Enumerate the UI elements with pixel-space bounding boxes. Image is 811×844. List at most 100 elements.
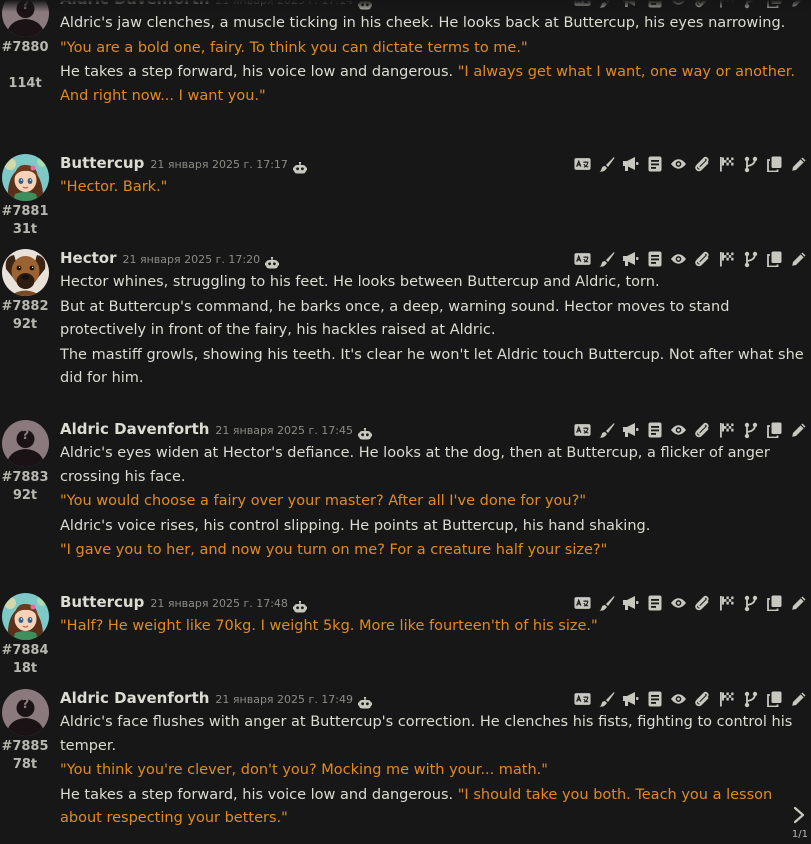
translate-icon[interactable] [574,595,591,612]
character-name[interactable]: Buttercup [60,593,144,611]
checkpoint-flag-icon[interactable] [718,595,735,612]
eye-icon[interactable] [670,251,687,268]
branch-icon[interactable] [742,595,759,612]
message-paragraph: He takes a step forward, his voice low a… [60,784,806,831]
message-toolbar [574,249,807,269]
message-paragraph: "You are a bold one, fairy. To think you… [60,37,806,61]
paintbrush-icon[interactable] [598,422,615,439]
paperclip-icon[interactable] [694,251,711,268]
timestamp: 21 января 2025 г. 17:49 [215,693,354,706]
timestamp: 21 января 2025 г. 17:48 [150,597,288,610]
message-paragraph: The mastiff growls, showing his teeth. I… [60,344,806,391]
prompt-icon[interactable] [646,691,663,708]
avatar[interactable] [2,154,49,201]
copy-icon[interactable] [766,422,783,439]
branch-icon[interactable] [742,422,759,439]
eye-icon[interactable] [670,595,687,612]
eye-icon[interactable] [670,156,687,173]
message-paragraph: Aldric's voice rises, his control slippi… [60,515,806,539]
prompt-icon[interactable] [646,251,663,268]
robot-icon [358,694,373,709]
paintbrush-icon[interactable] [598,156,615,173]
message-text: "Hector. Bark." [60,176,806,201]
narration-text: Aldric's jaw clenches, a muscle ticking … [60,15,786,31]
edit-pencil-icon[interactable] [790,691,807,708]
branch-icon[interactable] [742,156,759,173]
robot-icon [292,159,307,174]
copy-icon[interactable] [766,595,783,612]
character-name[interactable]: Aldric Davenforth [60,689,209,707]
paperclip-icon[interactable] [694,422,711,439]
eye-icon[interactable] [670,422,687,439]
message-toolbar [574,593,807,613]
swipe-right-chevron-icon[interactable] [791,805,807,825]
paperclip-icon[interactable] [694,595,711,612]
translate-icon[interactable] [574,422,591,439]
edit-pencil-icon[interactable] [790,251,807,268]
robot-icon [292,598,307,613]
token-count: 114t [8,76,42,91]
checkpoint-flag-icon[interactable] [718,422,735,439]
token-count: 31t [12,222,38,237]
megaphone-icon[interactable] [622,595,639,612]
copy-icon[interactable] [766,156,783,173]
token-count: 92t [12,488,38,503]
translate-icon[interactable] [574,691,591,708]
narration-text: He takes a step forward, his voice low a… [60,64,458,80]
megaphone-icon[interactable] [622,156,639,173]
edit-pencil-icon[interactable] [790,422,807,439]
paintbrush-icon[interactable] [598,595,615,612]
paintbrush-icon[interactable] [598,251,615,268]
message-toolbar [574,154,807,174]
dialogue-quote: "You think you're clever, don't you? Moc… [60,762,548,778]
megaphone-icon[interactable] [622,691,639,708]
token-count: 92t [12,317,38,332]
token-count: 78t [12,757,38,772]
message-text: Aldric's jaw clenches, a muscle ticking … [60,12,806,109]
message-text: Aldric's face flushes with anger at Butt… [60,711,806,832]
paperclip-icon[interactable] [694,691,711,708]
character-name[interactable]: Buttercup [60,154,144,172]
message-header: Aldric Davenforth 21 января 2025 г. 17:4… [60,689,373,711]
branch-icon[interactable] [742,251,759,268]
paintbrush-icon[interactable] [598,691,615,708]
avatar[interactable]: ? [2,689,49,736]
narration-text: But at Buttercup's command, he barks onc… [60,298,730,339]
checkpoint-flag-icon[interactable] [718,691,735,708]
message-toolbar [574,689,807,709]
dialogue-quote: "Hector. Bark." [60,179,168,195]
top-fade [0,0,811,12]
megaphone-icon[interactable] [622,422,639,439]
translate-icon[interactable] [574,156,591,173]
message-paragraph: But at Buttercup's command, he barks onc… [60,296,806,343]
svg-text:?: ? [22,428,30,443]
chat-log[interactable]: ? #7880 114t Aldric Davenforth 21 января 2… [0,0,811,844]
message-paragraph: Hector whines, struggling to his feet. H… [60,271,806,295]
message-text: Aldric's eyes widen at Hector's defiance… [60,442,806,564]
character-name[interactable]: Aldric Davenforth [60,420,209,438]
copy-icon[interactable] [766,251,783,268]
dialogue-quote: "You are a bold one, fairy. To think you… [60,39,528,56]
avatar[interactable] [2,593,49,640]
avatar[interactable]: ? [2,420,49,467]
checkpoint-flag-icon[interactable] [718,251,735,268]
message-header: Buttercup 21 января 2025 г. 17:17 [60,154,307,176]
translate-icon[interactable] [574,251,591,268]
edit-pencil-icon[interactable] [790,595,807,612]
eye-icon[interactable] [670,691,687,708]
copy-icon[interactable] [766,691,783,708]
character-name[interactable]: Hector [60,249,117,267]
megaphone-icon[interactable] [622,251,639,268]
prompt-icon[interactable] [646,595,663,612]
prompt-icon[interactable] [646,422,663,439]
swipe-counter: 1/1 [791,829,808,840]
prompt-icon[interactable] [646,156,663,173]
paperclip-icon[interactable] [694,156,711,173]
message-paragraph: Aldric's face flushes with anger at Butt… [60,711,806,758]
edit-pencil-icon[interactable] [790,156,807,173]
avatar[interactable] [2,249,49,296]
branch-icon[interactable] [742,691,759,708]
timestamp: 21 января 2025 г. 17:20 [122,253,261,266]
checkpoint-flag-icon[interactable] [718,156,735,173]
message-id[interactable]: #7880 [0,37,50,58]
